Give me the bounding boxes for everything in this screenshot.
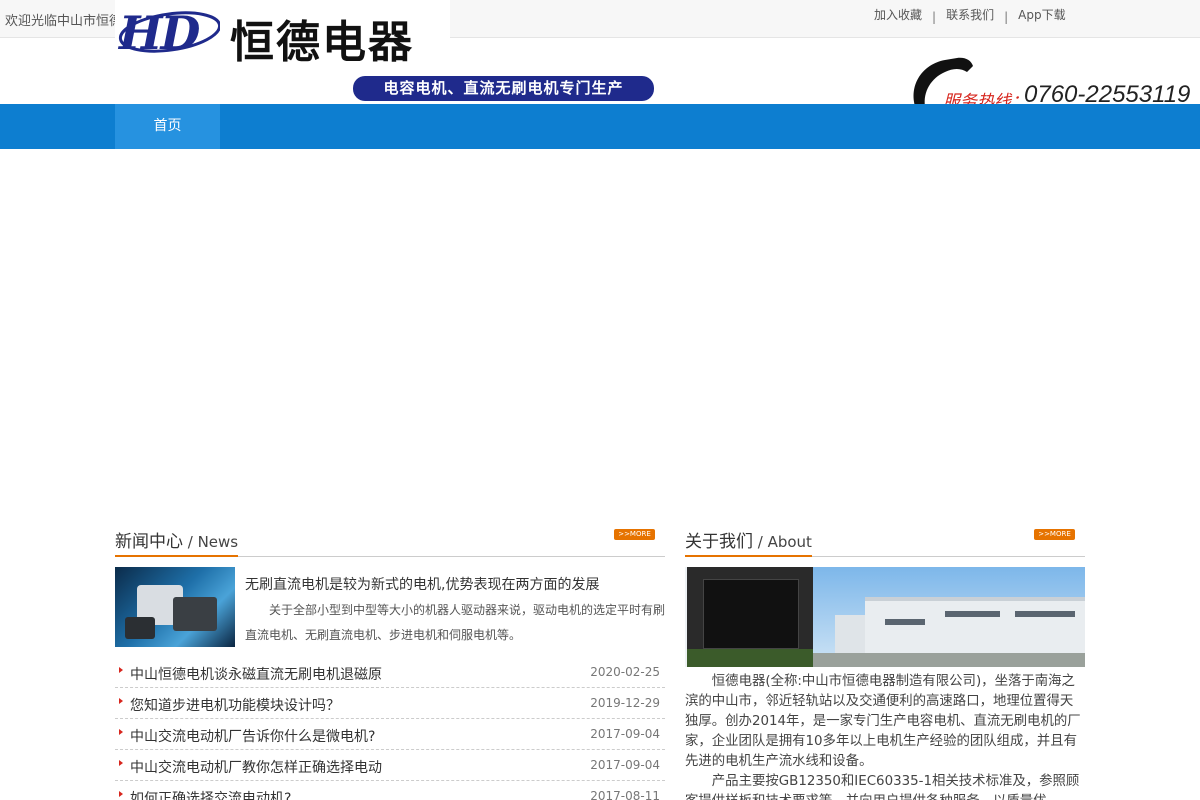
news-item-title[interactable]: 中山恒德电机谈永磁直流无刷电机退磁原 <box>130 664 382 684</box>
about-title-en: / About <box>753 533 812 551</box>
news-item-title[interactable]: 您知道步进电机功能模块设计吗？ <box>130 695 340 715</box>
news-section-header: 新闻中心 / News >>MORE <box>115 517 665 557</box>
about-more-button[interactable]: >>MORE <box>1034 529 1075 540</box>
add-favorite-link[interactable]: 加入收藏 <box>874 6 922 23</box>
about-title-cn: 关于我们 <box>685 532 753 552</box>
about-company-image <box>685 567 1085 667</box>
lobby-photo <box>687 567 813 667</box>
news-feature-title[interactable]: 无刷直流电机是较为新式的电机,优势表现在两方面的发展 <box>245 574 599 594</box>
about-paragraph: 恒德电器(全称:中山市恒德电器制造有限公司)，坐落于南海之滨的中山市，邻近轻轨站… <box>685 674 1081 769</box>
news-feature-desc: 关于全部小型到中型等大小的机器人驱动器来说，驱动电机的选定平时有刷直流电机、无刷… <box>245 603 666 642</box>
bullet-arrow-icon <box>119 760 123 766</box>
news-title-cn: 新闻中心 <box>115 532 183 552</box>
news-item-title[interactable]: 中山交流电动机厂告诉你什么是微电机? <box>130 726 375 746</box>
logo-mark: HD <box>119 6 200 60</box>
list-item[interactable]: 中山恒德电机谈永磁直流无刷电机退磁原 2020-02-25 <box>115 657 665 688</box>
news-item-date: 2019-12-29 <box>590 696 660 710</box>
factory-photo <box>865 597 1085 655</box>
about-paragraph: 产品主要按GB12350和IEC60335-1相关技术标准及，参照顾客提供样板和… <box>685 774 1080 800</box>
news-section-title: 新闻中心 / News <box>115 527 239 557</box>
about-section-header: 关于我们 / About >>MORE <box>685 517 1085 557</box>
main-nav: 首页 <box>0 104 1200 149</box>
welcome-text: 欢迎光临中山市恒德 <box>5 14 123 29</box>
about-section-title: 关于我们 / About <box>685 527 812 557</box>
link-separator: | <box>1004 10 1009 24</box>
list-item[interactable]: 中山交流电动机厂告诉你什么是微电机? 2017-09-04 <box>115 719 665 750</box>
list-item[interactable]: 中山交流电动机厂教你怎样正确选择电动 2017-09-04 <box>115 750 665 781</box>
bullet-arrow-icon <box>119 698 123 704</box>
news-title-en: / News <box>183 533 239 551</box>
top-links: 加入收藏 | 联系我们 | App下载 <box>874 6 1066 24</box>
slogan-banner: 电容电机、直流无刷电机专门生产 <box>353 76 654 101</box>
news-item-title[interactable]: 中山交流电动机厂教你怎样正确选择电动 <box>130 757 382 777</box>
logo-name: 恒德电器 <box>230 17 414 68</box>
news-item-title[interactable]: 如何正确选择交流电动机? <box>130 788 291 800</box>
news-more-button[interactable]: >>MORE <box>614 529 655 540</box>
bullet-arrow-icon <box>119 729 123 735</box>
site-logo[interactable]: HD 恒德电器 <box>115 0 450 68</box>
contact-us-link[interactable]: 联系我们 <box>946 6 994 23</box>
list-item[interactable]: 如何正确选择交流电动机? 2017-08-11 <box>115 781 665 800</box>
news-item-date: 2017-09-04 <box>590 727 660 741</box>
app-download-link[interactable]: App下载 <box>1018 6 1065 23</box>
nav-item-home[interactable]: 首页 <box>115 104 220 149</box>
link-separator: | <box>932 10 937 24</box>
bullet-arrow-icon <box>119 667 123 673</box>
news-item-date: 2020-02-25 <box>590 665 660 679</box>
news-item-date: 2017-08-11 <box>590 789 660 800</box>
about-text: 恒德电器(全称:中山市恒德电器制造有限公司)，坐落于南海之滨的中山市，邻近轻轨站… <box>685 672 1085 800</box>
list-item[interactable]: 您知道步进电机功能模块设计吗？ 2019-12-29 <box>115 688 665 719</box>
bullet-arrow-icon <box>119 791 123 797</box>
news-item-date: 2017-09-04 <box>590 758 660 772</box>
news-list: 中山恒德电机谈永磁直流无刷电机退磁原 2020-02-25 您知道步进电机功能模块… <box>115 657 665 800</box>
news-feature-image[interactable] <box>115 567 235 647</box>
